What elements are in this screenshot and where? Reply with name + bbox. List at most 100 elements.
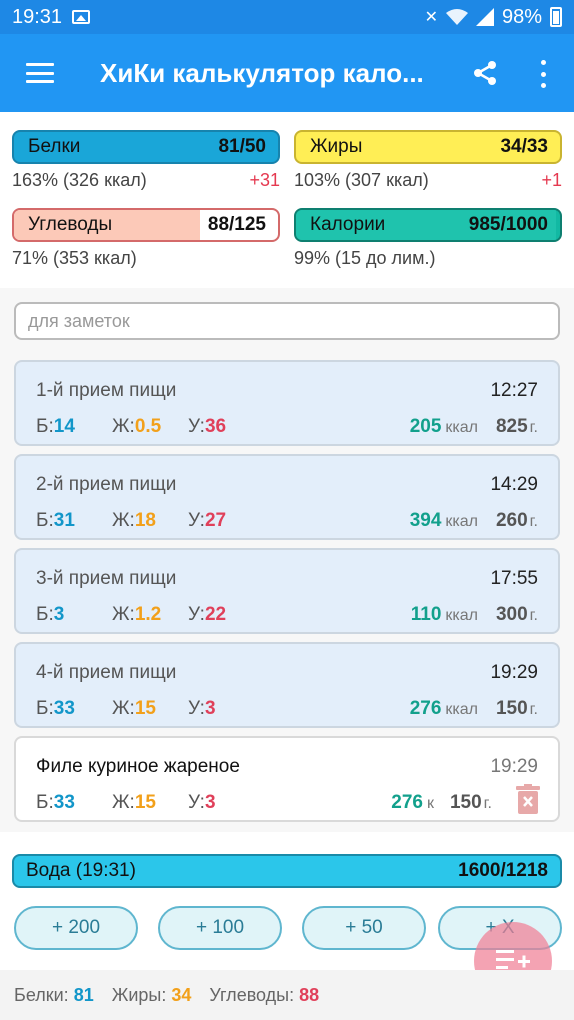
status-right: ✕ 98%	[425, 6, 562, 29]
meal-name: 4-й прием пищи	[36, 662, 177, 683]
fat-value: 34/33	[500, 136, 548, 157]
product-kcal: 276	[391, 792, 423, 813]
status-bar: 19:31 ✕ 98%	[0, 0, 574, 34]
kcal-unit: ккал	[445, 701, 478, 718]
meal-time: 19:29	[490, 662, 538, 683]
signal-icon	[475, 8, 494, 26]
add-water-50-button[interactable]: + 50	[302, 906, 426, 950]
product-protein: 33	[53, 792, 75, 813]
meal-time: 14:29	[490, 474, 538, 495]
trash-icon[interactable]	[516, 784, 540, 814]
fat-prefix: Ж:	[112, 604, 135, 625]
protein-prefix: Б:	[36, 792, 54, 813]
product-time: 19:29	[490, 756, 538, 777]
mute-icon: ✕	[424, 9, 438, 26]
meal-card[interactable]: 3-й прием пищи 17:55 Б:3 Ж:1.2 У:22 110 к…	[14, 548, 560, 634]
totals-fat-label: Жиры:	[111, 984, 167, 1005]
fat-prefix: Ж:	[112, 510, 135, 531]
fat-prefix: Ж:	[112, 792, 135, 813]
product-fat: 15	[134, 792, 156, 813]
carbs-prefix: У:	[188, 792, 205, 813]
carbs-prefix: У:	[188, 698, 205, 719]
protein-percent: 163% (326 ккал)	[12, 170, 147, 190]
meal-card[interactable]: 2-й прием пищи 14:29 Б:31 Ж:18 У:27 394 к…	[14, 454, 560, 540]
meal-time: 12:27	[490, 380, 538, 401]
meal-kcal: 205	[409, 416, 442, 437]
meal-name: 3-й прием пищи	[36, 568, 177, 589]
product-card[interactable]: Филе куриное жареное 19:29 Б:33 Ж:15 У:3…	[14, 736, 560, 822]
calories-value: 985/1000	[468, 214, 548, 235]
meal-name: 1-й прием пищи	[36, 380, 177, 401]
add-water-200-button[interactable]: + 200	[14, 906, 138, 950]
calories-summary[interactable]: Калории 985/1000 99% (15 до лим.)	[294, 208, 562, 269]
meal-protein: 14	[53, 416, 75, 437]
kcal-unit: ккал	[445, 419, 478, 436]
protein-prefix: Б:	[36, 698, 54, 719]
meal-fat: 1.2	[134, 604, 162, 625]
fat-label: Жиры	[310, 136, 363, 157]
totals-carbs-label: Углеводы:	[209, 984, 295, 1005]
meal-carbs: 36	[204, 416, 227, 437]
calories-percent: 99% (15 до лим.)	[294, 248, 436, 268]
grams-unit: г.	[529, 513, 538, 530]
product-carbs: 3	[204, 792, 216, 813]
meal-grams: 150	[495, 698, 528, 719]
meal-card[interactable]: 4-й прием пищи 19:29 Б:33 Ж:15 У:3 276 кк…	[14, 642, 560, 728]
add-water-100-button[interactable]: + 100	[158, 906, 282, 950]
carbs-label: Углеводы	[28, 214, 113, 235]
carbs-prefix: У:	[188, 416, 205, 437]
carbs-percent: 71% (353 ккал)	[12, 248, 137, 268]
kcal-unit: к	[427, 795, 434, 812]
calories-label: Калории	[310, 214, 386, 235]
product-name: Филе куриное жареное	[36, 756, 240, 777]
meal-fat: 15	[134, 698, 156, 719]
carbs-prefix: У:	[188, 604, 205, 625]
totals-fat: 34	[171, 984, 192, 1005]
more-options-icon[interactable]	[536, 60, 550, 88]
meal-carbs: 3	[204, 698, 216, 719]
protein-summary[interactable]: Белки 81/50 163% (326 ккал) +31	[12, 130, 280, 191]
protein-prefix: Б:	[36, 510, 54, 531]
meal-grams: 300	[495, 604, 528, 625]
meal-card[interactable]: 1-й прием пищи 12:27 Б:14 Ж:0.5 У:36 205…	[14, 360, 560, 446]
macro-summary: Белки 81/50 163% (326 ккал) +31 Жиры 34/…	[0, 112, 574, 288]
fat-summary[interactable]: Жиры 34/33 103% (307 ккал) +1	[294, 130, 562, 191]
carbs-value: 88/125	[207, 214, 266, 235]
protein-prefix: Б:	[36, 416, 54, 437]
fat-prefix: Ж:	[112, 416, 135, 437]
meal-name: 2-й прием пищи	[36, 474, 177, 495]
fat-delta: +1	[541, 170, 562, 190]
calories-bar[interactable]: Калории 985/1000	[294, 208, 562, 242]
water-label: Вода (19:31)	[26, 860, 136, 881]
protein-bar[interactable]: Белки 81/50	[12, 130, 280, 164]
wifi-icon	[445, 9, 468, 25]
meal-kcal: 110	[410, 604, 442, 625]
meal-carbs: 27	[204, 510, 227, 531]
meal-protein: 31	[53, 510, 75, 531]
carbs-prefix: У:	[188, 510, 205, 531]
totals-protein: 81	[73, 984, 94, 1005]
meal-fat: 18	[134, 510, 156, 531]
protein-value: 81/50	[218, 136, 266, 157]
notes-input[interactable]	[14, 302, 560, 340]
grams-unit: г.	[529, 701, 538, 718]
share-icon[interactable]	[472, 60, 498, 86]
grams-unit: г.	[483, 795, 492, 812]
status-time: 19:31	[12, 5, 63, 28]
carbs-summary[interactable]: Углеводы 88/125 71% (353 ккал)	[12, 208, 280, 269]
app-bar: ХиКи калькулятор кало...	[0, 34, 574, 112]
protein-prefix: Б:	[36, 604, 54, 625]
battery-percent: 98%	[501, 5, 542, 28]
battery-icon	[550, 7, 562, 27]
carbs-bar[interactable]: Углеводы 88/125	[12, 208, 280, 242]
meal-grams: 260	[495, 510, 528, 531]
meal-protein: 33	[53, 698, 75, 719]
menu-icon[interactable]	[26, 63, 54, 83]
protein-delta: +31	[249, 170, 280, 190]
water-bar[interactable]: Вода (19:31) 1600/1218	[12, 854, 562, 888]
fat-bar[interactable]: Жиры 34/33	[294, 130, 562, 164]
grams-unit: г.	[529, 607, 538, 624]
meal-fat: 0.5	[134, 416, 162, 437]
kcal-unit: ккал	[445, 513, 478, 530]
totals-carbs: 88	[299, 984, 320, 1005]
